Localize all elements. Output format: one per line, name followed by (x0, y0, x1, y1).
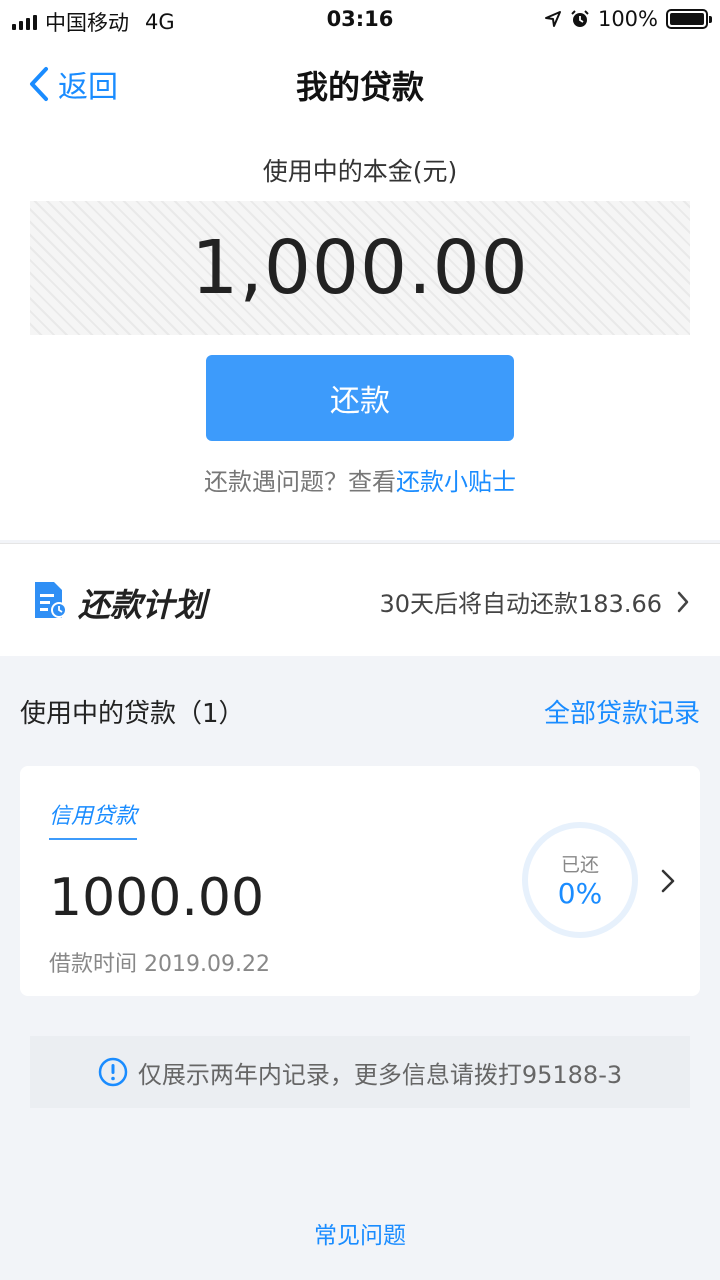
principal-amount-box: 1,000.00 (30, 201, 690, 335)
repaid-progress-ring: 已还 0% (522, 822, 638, 938)
records-notice: 仅展示两年内记录，更多信息请拨打95188-3 (30, 1036, 690, 1108)
all-loan-records-link[interactable]: 全部贷款记录 (544, 693, 700, 730)
loan-card[interactable]: 信用贷款 1000.00 借款时间 2019.09.22 已还 0% (20, 766, 700, 996)
principal-amount: 1,000.00 (191, 225, 529, 311)
principal-label: 使用中的本金(元) (262, 157, 458, 186)
alarm-icon (571, 10, 589, 27)
battery-fill (670, 13, 704, 25)
repay-plan-text: 30天后将自动还款183.66 (379, 590, 662, 618)
loan-type: 信用贷款 (49, 798, 138, 840)
repay-plan-row[interactable]: 还款计划 30天后将自动还款183.66 (0, 543, 720, 656)
page-title: 我的贷款 (295, 68, 424, 106)
repay-plan-icon (35, 582, 67, 618)
loans-section-title: 使用中的贷款（1） (20, 699, 245, 729)
status-right: 100% (544, 7, 712, 31)
loan-date: 借款时间 2019.09.22 (49, 952, 270, 977)
chevron-right-icon (677, 591, 689, 612)
battery-icon (666, 9, 712, 29)
nav-bar: 返回 我的贷款 (0, 50, 720, 114)
faq-link[interactable]: 常见问题 (0, 1216, 720, 1250)
repay-help: 还款遇问题？查看还款小贴士 (0, 462, 720, 497)
help-text: 还款遇问题？查看 (204, 468, 396, 496)
loan-amount: 1000.00 (49, 868, 265, 928)
notice-text: 仅展示两年内记录，更多信息请拨打95188-3 (137, 1060, 623, 1089)
loans-section-header: 使用中的贷款（1） 全部贷款记录 (20, 693, 700, 733)
status-bar: 中国移动 4G 03:16 100% (0, 0, 720, 40)
info-icon (98, 1057, 128, 1087)
repaid-label: 已还 (560, 854, 599, 876)
repaid-value: 0% (557, 877, 603, 910)
battery-percent: 100% (597, 7, 658, 31)
repay-plan-info: 30天后将自动还款183.66 (379, 584, 690, 619)
chevron-right-icon (661, 869, 675, 893)
repay-tips-link[interactable]: 还款小贴士 (396, 468, 516, 496)
repay-plan-title: 还款计划 (78, 586, 207, 624)
location-icon (544, 11, 561, 27)
repay-button[interactable]: 还款 (206, 355, 514, 441)
